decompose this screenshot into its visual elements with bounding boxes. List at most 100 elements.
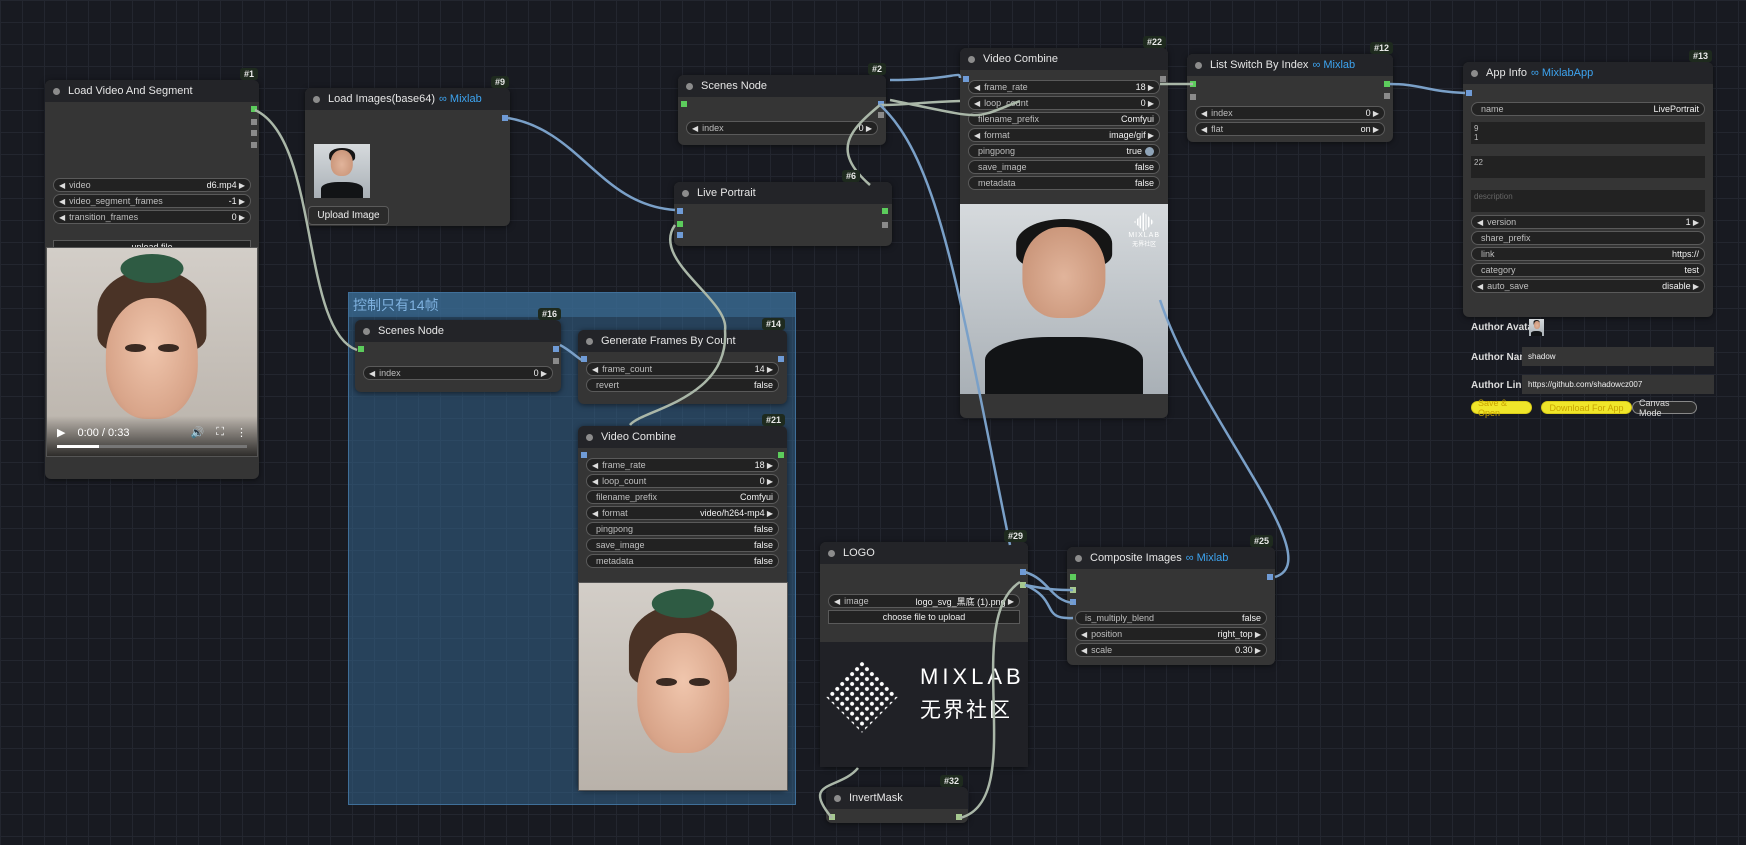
output-slot[interactable] — [778, 356, 784, 362]
output-slot[interactable] — [882, 222, 888, 228]
collapse-dot-icon[interactable] — [53, 87, 60, 95]
input-slot[interactable] — [1070, 574, 1076, 580]
node-header[interactable]: Video Combine — [960, 48, 1168, 70]
author-avatar[interactable] — [1529, 319, 1544, 336]
collapse-dot-icon[interactable] — [313, 95, 320, 103]
node-composite-images[interactable]: Composite Images ∞ Mixlab is_multiply_ble… — [1067, 547, 1275, 665]
node-header[interactable]: App Info ∞ MixlabApp — [1463, 62, 1713, 84]
download-for-app-button[interactable]: Download For App — [1541, 401, 1632, 414]
widget-position[interactable]: ◀ position right_top ▶ — [1075, 627, 1267, 641]
save-open-button[interactable]: Save & Open — [1471, 398, 1532, 418]
arrow-right-icon[interactable]: ▶ — [765, 509, 773, 518]
widget-loop-count[interactable]: ◀ loop_count 0 ▶ — [586, 474, 779, 488]
widget-link[interactable]: link https:// — [1471, 247, 1705, 261]
widget-share-prefix[interactable]: share_prefix — [1471, 231, 1705, 245]
node-header[interactable]: List Switch By Index ∞ Mixlab — [1187, 54, 1393, 76]
collapse-dot-icon[interactable] — [1195, 61, 1202, 69]
choose-file-button[interactable]: choose file to upload — [828, 610, 1020, 624]
collapse-dot-icon[interactable] — [363, 327, 370, 335]
arrow-right-icon[interactable]: ▶ — [1371, 109, 1379, 118]
widget-auto-save[interactable]: ◀ auto_save disable ▶ — [1471, 279, 1705, 293]
node-header[interactable]: LOGO — [820, 542, 1028, 564]
group-title[interactable]: 控制只有14帧 — [349, 293, 795, 317]
arrow-right-icon[interactable]: ▶ — [1006, 597, 1014, 606]
widget-transition-frames[interactable]: ◀ transition_frames 0 ▶ — [53, 210, 251, 224]
widget-frame-rate[interactable]: ◀ frame_rate 18 ▶ — [586, 458, 779, 472]
input-slot[interactable] — [681, 101, 687, 107]
node-header[interactable]: Load Images(base64) ∞ Mixlab — [305, 88, 510, 110]
toggle-knob-icon[interactable] — [1145, 146, 1154, 156]
node-header[interactable]: Composite Images ∞ Mixlab — [1067, 547, 1275, 569]
arrow-right-icon[interactable]: ▶ — [1253, 646, 1261, 655]
arrow-right-icon[interactable]: ▶ — [1691, 218, 1699, 227]
author-link-input[interactable]: https://github.com/shadowcz007 — [1522, 375, 1714, 394]
node-header[interactable]: Scenes Node — [355, 320, 561, 342]
textarea-description[interactable]: description — [1471, 190, 1705, 212]
input-slot[interactable] — [677, 208, 683, 214]
node-video-combine-21[interactable]: Video Combine ◀ frame_rate 18 ▶ ◀ loop_coun… — [578, 426, 788, 791]
volume-icon[interactable]: 🔊 — [191, 426, 205, 439]
widget-image[interactable]: ◀ image logo_svg_黑底 (1).png ▶ — [828, 594, 1020, 608]
arrow-right-icon[interactable]: ▶ — [864, 124, 872, 133]
widget-frame-rate[interactable]: ◀ frame_rate 18 ▶ — [968, 80, 1160, 94]
collapse-dot-icon[interactable] — [968, 55, 975, 63]
widget-index[interactable]: ◀ index 0 ▶ — [1195, 106, 1385, 120]
collapse-dot-icon[interactable] — [586, 337, 593, 345]
textarea-1[interactable]: 9 1 — [1471, 122, 1705, 144]
input-slot[interactable] — [829, 814, 835, 820]
arrow-right-icon[interactable]: ▶ — [539, 369, 547, 378]
collapse-dot-icon[interactable] — [586, 433, 593, 441]
widget-filename-prefix[interactable]: filename_prefix Comfyui — [586, 490, 779, 504]
node-logo[interactable]: LOGO ◀ image logo_svg_黑底 (1).png ▶ choose … — [820, 542, 1028, 767]
collapse-dot-icon[interactable] — [686, 82, 693, 90]
node-generate-frames[interactable]: Generate Frames By Count ◀ frame_count 14 … — [578, 330, 787, 404]
node-header[interactable]: Live Portrait — [674, 182, 892, 204]
arrow-right-icon[interactable]: ▶ — [1253, 630, 1261, 639]
arrow-right-icon[interactable]: ▶ — [1146, 83, 1154, 92]
arrow-right-icon[interactable]: ▶ — [765, 477, 773, 486]
output-slot[interactable] — [878, 101, 884, 107]
output-slot[interactable] — [553, 346, 559, 352]
output-slot[interactable] — [1160, 76, 1166, 82]
video-controls[interactable]: ▶ 0:00 / 0:33 🔊 ⛶ ⋮ — [47, 416, 257, 456]
logo-preview[interactable]: MIXLAB 无界社区 — [820, 642, 1028, 767]
author-name-input[interactable]: shadow — [1522, 347, 1714, 366]
input-slot[interactable] — [358, 346, 364, 352]
input-slot[interactable] — [963, 76, 969, 82]
arrow-right-icon[interactable]: ▶ — [1146, 99, 1154, 108]
node-header[interactable]: Load Video And Segment — [45, 80, 259, 102]
node-invert-mask[interactable]: InvertMask — [826, 787, 968, 823]
collapse-dot-icon[interactable] — [1471, 69, 1478, 77]
video-preview[interactable]: ▶ 0:00 / 0:33 🔊 ⛶ ⋮ — [46, 247, 258, 457]
gif-output-preview[interactable]: MIXLAB 无界社区 — [960, 204, 1168, 394]
arrow-right-icon[interactable]: ▶ — [765, 365, 773, 374]
output-slot[interactable] — [778, 452, 784, 458]
output-slot[interactable] — [502, 115, 508, 121]
node-video-combine-22[interactable]: Video Combine ◀ frame_rate 18 ▶ ◀ loop_coun… — [960, 48, 1168, 418]
arrow-right-icon[interactable]: ▶ — [1691, 282, 1699, 291]
arrow-right-icon[interactable]: ▶ — [1371, 125, 1379, 134]
fullscreen-icon[interactable]: ⛶ — [216, 426, 224, 439]
widget-category[interactable]: category test — [1471, 263, 1705, 277]
play-icon[interactable]: ▶ — [57, 426, 65, 439]
node-header[interactable]: InvertMask — [826, 787, 968, 809]
widget-save-image[interactable]: save_image false — [586, 538, 779, 552]
widget-save-image[interactable]: save_image false — [968, 160, 1160, 174]
output-slot[interactable] — [1020, 569, 1026, 575]
output-slot[interactable] — [956, 814, 962, 820]
output-slot[interactable] — [251, 119, 257, 125]
widget-pingpong[interactable]: pingpong false — [586, 522, 779, 536]
output-slot[interactable] — [882, 208, 888, 214]
input-slot[interactable] — [1190, 81, 1196, 87]
video-progress-bar[interactable] — [57, 445, 247, 448]
widget-revert[interactable]: revert false — [586, 378, 779, 392]
output-slot[interactable] — [553, 358, 559, 364]
input-slot[interactable] — [581, 452, 587, 458]
output-slot[interactable] — [1384, 81, 1390, 87]
collapse-dot-icon[interactable] — [682, 189, 689, 197]
input-slot[interactable] — [1190, 94, 1196, 100]
more-icon[interactable]: ⋮ — [236, 426, 247, 439]
widget-flat[interactable]: ◀ flat on ▶ — [1195, 122, 1385, 136]
widget-scale[interactable]: ◀ scale 0.30 ▶ — [1075, 643, 1267, 657]
upload-image-button[interactable]: Upload Image — [308, 206, 389, 225]
